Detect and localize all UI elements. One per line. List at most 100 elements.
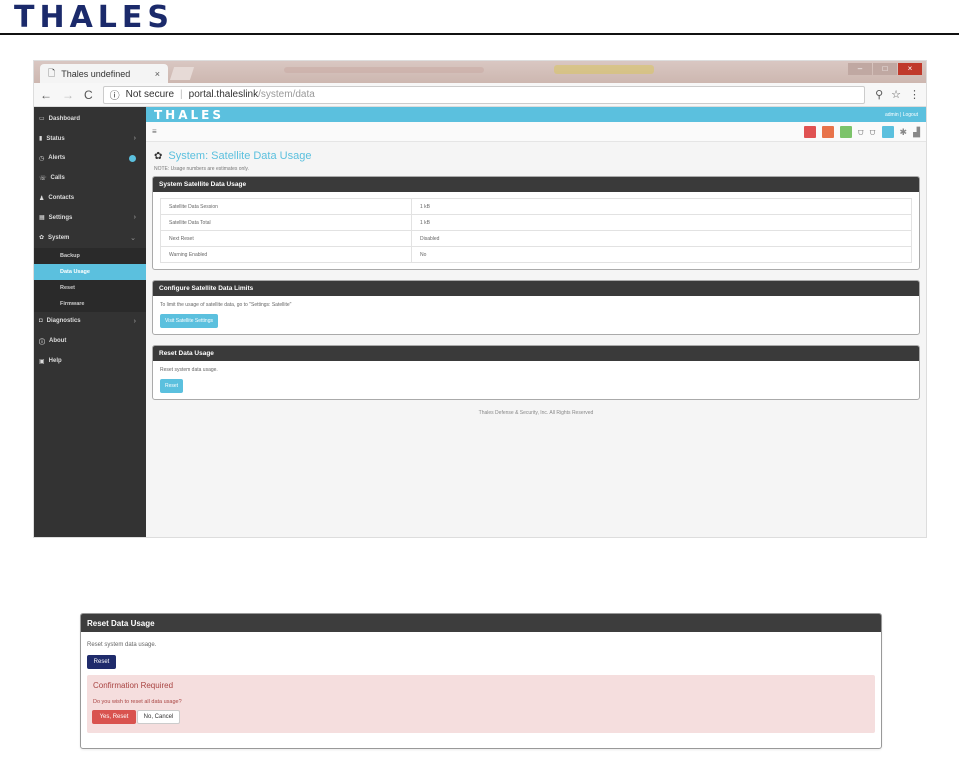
limits-text: To limit the usage of satellite data, go… — [160, 302, 292, 308]
table-row: Satellite Data Session 1 kB — [160, 198, 912, 215]
message-status-icon[interactable] — [839, 126, 852, 138]
yes-reset-button[interactable]: Yes, Reset — [92, 710, 136, 724]
confirmation-question: Do you wish to reset all data usage? — [93, 699, 182, 705]
sidebar-item-label: Help — [48, 358, 62, 365]
address-row: ← → C ⓘ Not secure | portal.thaleslink/s… — [34, 83, 926, 107]
back-arrow-icon[interactable]: ← — [40, 88, 52, 102]
usage-note: NOTE: Usage numbers are estimates only. — [154, 166, 249, 172]
sidebar-item-dashboard[interactable]: ▭ Dashboard — [34, 109, 146, 129]
app-topbar: THALES admin | Logout — [146, 107, 926, 122]
sidebar-item-label: Dashboard — [48, 115, 81, 122]
window-close-button[interactable]: × — [898, 63, 922, 75]
panel-body: Reset system data usage. Reset — [153, 361, 919, 399]
tab-title: Thales undefined — [61, 68, 131, 79]
reload-icon[interactable]: C — [84, 88, 93, 102]
help-icon: ▣ — [39, 358, 45, 365]
sidebar-subitem-firmware[interactable]: Firmware — [34, 295, 146, 312]
phone-icon: ☏ — [39, 175, 47, 182]
sidebar-item-status[interactable]: ▮ Status › — [34, 129, 146, 149]
sidebar-item-settings[interactable]: ▦ Settings › — [34, 208, 146, 228]
zoom-icon[interactable]: ⚲ — [875, 88, 883, 101]
row-value: 1 kB — [411, 198, 912, 215]
row-label: Next Reset — [160, 230, 412, 247]
app-brand: THALES — [154, 107, 225, 122]
sidebar-item-label: Contacts — [48, 195, 75, 202]
bar-chart-icon: ▮ — [39, 136, 43, 143]
sidebar-item-label: Calls — [50, 175, 65, 182]
confirmation-title: Confirmation Required — [93, 681, 174, 690]
row-value: 1 kB — [411, 214, 912, 231]
sidebar-item-calls[interactable]: ☏ Calls — [34, 168, 146, 188]
dashboard-icon: ▭ — [39, 116, 45, 123]
url-host: portal.thaleslink/system/data — [188, 89, 315, 100]
usage-table: Satellite Data Session 1 kB Satellite Data… — [160, 198, 912, 263]
main-area: THALES admin | Logout ≡ ⩌ ⩌ ✱ ▟ ✿ System… — [146, 107, 926, 537]
sidebar-item-label: Diagnostics — [46, 318, 81, 325]
sidebar-item-about[interactable]: ⓘ About — [34, 331, 146, 351]
sidebar-item-system[interactable]: ✿ System ⌄ — [34, 228, 146, 248]
sidebar-item-diagnostics[interactable]: ◘ Diagnostics › — [34, 312, 146, 332]
new-tab-button[interactable] — [169, 67, 195, 80]
page-title: ✿ System: Satellite Data Usage — [154, 150, 312, 162]
panel-title: System Satellite Data Usage — [153, 177, 919, 192]
tab-close-icon[interactable]: × — [155, 69, 160, 79]
satellite-status-icon[interactable] — [881, 126, 894, 138]
limits-panel: Configure Satellite Data Limits To limit… — [152, 280, 920, 335]
browser-menu-icon[interactable]: ⋮ — [909, 88, 920, 101]
alarm-icon: ◷ — [39, 155, 45, 162]
power-status-icon[interactable] — [803, 126, 816, 138]
sidebar-item-alerts[interactable]: ◷ Alerts — [34, 149, 146, 169]
user-menu[interactable]: admin | Logout — [885, 112, 918, 118]
address-bar[interactable]: ⓘ Not secure | portal.thaleslink/system/… — [102, 85, 866, 104]
signal-icon[interactable]: ⩌ — [858, 127, 864, 138]
usage-panel: System Satellite Data Usage Satellite Da… — [152, 176, 920, 270]
gear-icon: ✿ — [39, 235, 45, 242]
browser-tab-strip: 🗋 Thales undefined × – □ × — [34, 61, 926, 83]
menu-toggle-icon[interactable]: ≡ — [152, 127, 157, 136]
window-controls: – □ × — [848, 63, 922, 75]
not-secure-label: Not secure — [125, 89, 175, 100]
table-row: Satellite Data Total 1 kB — [160, 214, 912, 231]
browser-tab[interactable]: 🗋 Thales undefined × — [40, 64, 168, 83]
sidebar-item-label: Alerts — [48, 155, 66, 162]
contacts-icon: ♟ — [39, 195, 45, 202]
rss-status-icon[interactable] — [821, 126, 834, 138]
footer: Thales Defense & Security, Inc. All Righ… — [478, 410, 594, 416]
sidebar-item-label: About — [49, 338, 67, 345]
web-app: ▭ Dashboard ▮ Status › ◷ Alerts ☏ Calls ♟ Contacts… — [34, 107, 926, 537]
sidebar-item-label: Status — [46, 135, 65, 142]
row-label: Satellite Data Session — [160, 198, 412, 215]
row-value: Disabled — [411, 230, 912, 247]
forward-arrow-icon[interactable]: → — [62, 88, 74, 102]
panel-title: Reset Data Usage — [81, 614, 881, 632]
sidebar-subitem-data-usage[interactable]: Data Usage — [34, 263, 146, 280]
browser-window: 🗋 Thales undefined × – □ × ← → C ⓘ Not s… — [33, 60, 927, 538]
signal-bars-icon[interactable]: ▟ — [913, 127, 920, 138]
sidebar-item-help[interactable]: ▣ Help — [34, 351, 146, 371]
no-cancel-button[interactable]: No, Cancel — [137, 710, 180, 724]
bookmark-star-icon[interactable]: ☆ — [891, 88, 901, 101]
sidebar-subitem-backup[interactable]: Backup — [34, 247, 146, 264]
sidebar-subitem-reset[interactable]: Reset — [34, 279, 146, 296]
status-icons: ⩌ ⩌ ✱ ▟ — [803, 126, 920, 138]
panel-title: Reset Data Usage — [153, 346, 919, 361]
reset-button[interactable]: Reset — [160, 379, 184, 393]
icon-toolbar: ≡ ⩌ ⩌ ✱ ▟ — [146, 122, 926, 142]
camera-icon: ◘ — [39, 318, 43, 325]
row-value: No — [411, 246, 912, 263]
table-row: Next Reset Disabled — [160, 230, 912, 247]
thales-logo: THALES — [14, 0, 175, 35]
sidebar-item-contacts[interactable]: ♟ Contacts — [34, 188, 146, 208]
sidebar: ▭ Dashboard ▮ Status › ◷ Alerts ☏ Calls ♟ Contacts… — [34, 107, 146, 537]
signal-icon[interactable]: ⩌ — [870, 127, 876, 138]
info-icon: ⓘ — [109, 91, 120, 102]
header-rule — [0, 33, 959, 35]
reset-button[interactable]: Reset — [87, 655, 116, 669]
gear-status-icon[interactable]: ✱ — [900, 127, 908, 138]
visit-satellite-settings-button[interactable]: Visit Satellite Settings — [160, 314, 218, 328]
page-content: ✿ System: Satellite Data Usage NOTE: Usa… — [146, 142, 926, 416]
url-separator: | — [180, 89, 183, 100]
minimize-button[interactable]: – — [848, 63, 872, 75]
info-icon: ⓘ — [39, 339, 46, 346]
maximize-button[interactable]: □ — [873, 63, 897, 75]
